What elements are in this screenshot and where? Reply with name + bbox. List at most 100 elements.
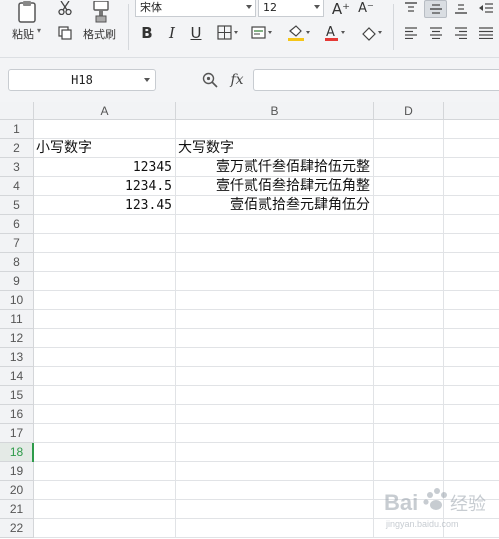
- cell-e2[interactable]: [444, 139, 499, 158]
- cell-a11[interactable]: [34, 310, 176, 329]
- cell-a5[interactable]: 123.45: [34, 196, 176, 215]
- cell-b18[interactable]: [176, 443, 374, 462]
- insert-function-button[interactable]: fx: [226, 70, 248, 90]
- cell-b2[interactable]: 大写数字: [176, 139, 374, 158]
- cell-b4[interactable]: 壹仟贰佰叁拾肆元伍角整: [176, 177, 374, 196]
- cell-e10[interactable]: [444, 291, 499, 310]
- grow-font-button[interactable]: A⁺: [331, 0, 351, 18]
- align-left-button[interactable]: [402, 24, 420, 42]
- shrink-font-button[interactable]: A⁻: [356, 0, 376, 17]
- cell-d18[interactable]: [374, 443, 444, 462]
- cell-b12[interactable]: [176, 329, 374, 348]
- cell-a21[interactable]: [34, 500, 176, 519]
- cell-b20[interactable]: [176, 481, 374, 500]
- cell-b10[interactable]: [176, 291, 374, 310]
- cell-a4[interactable]: 1234.5: [34, 177, 176, 196]
- cell-d3[interactable]: [374, 158, 444, 177]
- formula-input[interactable]: [253, 69, 499, 91]
- align-top-button[interactable]: [402, 0, 420, 16]
- cell-e6[interactable]: [444, 215, 499, 234]
- decrease-indent-button[interactable]: [476, 0, 496, 16]
- cell-b3[interactable]: 壹万贰仟叁佰肆拾伍元整: [176, 158, 374, 177]
- row-header[interactable]: 10: [0, 291, 34, 310]
- cell-a17[interactable]: [34, 424, 176, 443]
- cell-e15[interactable]: [444, 386, 499, 405]
- cell-e5[interactable]: [444, 196, 499, 215]
- cell-a7[interactable]: [34, 234, 176, 253]
- row-header[interactable]: 4: [0, 177, 34, 196]
- cell-a20[interactable]: [34, 481, 176, 500]
- cell-e8[interactable]: [444, 253, 499, 272]
- cell-d4[interactable]: [374, 177, 444, 196]
- cell-a6[interactable]: [34, 215, 176, 234]
- row-header[interactable]: 3: [0, 158, 34, 177]
- row-header[interactable]: 21: [0, 500, 34, 519]
- cell-a13[interactable]: [34, 348, 176, 367]
- row-header[interactable]: 5: [0, 196, 34, 215]
- cell-d17[interactable]: [374, 424, 444, 443]
- row-header[interactable]: 20: [0, 481, 34, 500]
- row-header[interactable]: 2: [0, 139, 34, 158]
- cell-a19[interactable]: [34, 462, 176, 481]
- column-header-e[interactable]: [444, 102, 499, 120]
- cell-b11[interactable]: [176, 310, 374, 329]
- cell-a15[interactable]: [34, 386, 176, 405]
- cell-d1[interactable]: [374, 120, 444, 139]
- align-bottom-button[interactable]: [452, 0, 470, 16]
- cell-e13[interactable]: [444, 348, 499, 367]
- copy-button[interactable]: [56, 24, 74, 42]
- cell-b14[interactable]: [176, 367, 374, 386]
- cell-d8[interactable]: [374, 253, 444, 272]
- row-header[interactable]: 22: [0, 519, 34, 538]
- cut-button[interactable]: [56, 0, 74, 16]
- cell-e17[interactable]: [444, 424, 499, 443]
- cell-e7[interactable]: [444, 234, 499, 253]
- row-header[interactable]: 18: [0, 443, 34, 462]
- cell-d16[interactable]: [374, 405, 444, 424]
- cell-e18[interactable]: [444, 443, 499, 462]
- zoom-formula-button[interactable]: [201, 71, 219, 89]
- cell-a12[interactable]: [34, 329, 176, 348]
- row-header[interactable]: 1: [0, 120, 34, 139]
- row-header[interactable]: 17: [0, 424, 34, 443]
- cell-d10[interactable]: [374, 291, 444, 310]
- cell-d5[interactable]: [374, 196, 444, 215]
- cell-b17[interactable]: [176, 424, 374, 443]
- cell-a9[interactable]: [34, 272, 176, 291]
- cell-e12[interactable]: [444, 329, 499, 348]
- name-box[interactable]: H18: [8, 69, 156, 91]
- cell-a16[interactable]: [34, 405, 176, 424]
- cell-e11[interactable]: [444, 310, 499, 329]
- font-color-button[interactable]: A: [322, 24, 348, 42]
- row-header[interactable]: 19: [0, 462, 34, 481]
- cell-b22[interactable]: [176, 519, 374, 538]
- cell-d2[interactable]: [374, 139, 444, 158]
- paste-dropdown-icon[interactable]: ▾: [37, 26, 41, 35]
- font-size-select[interactable]: 12: [258, 0, 324, 17]
- cell-d12[interactable]: [374, 329, 444, 348]
- font-name-select[interactable]: 宋体: [135, 0, 256, 17]
- cell-a22[interactable]: [34, 519, 176, 538]
- row-header[interactable]: 7: [0, 234, 34, 253]
- bold-button[interactable]: B: [138, 24, 156, 42]
- cell-b16[interactable]: [176, 405, 374, 424]
- cell-a1[interactable]: [34, 120, 176, 139]
- align-center-button[interactable]: [427, 24, 445, 42]
- cell-b7[interactable]: [176, 234, 374, 253]
- italic-button[interactable]: I: [163, 24, 181, 42]
- row-header[interactable]: 16: [0, 405, 34, 424]
- cell-a2[interactable]: 小写数字: [34, 139, 176, 158]
- cell-style-button[interactable]: [249, 24, 275, 42]
- cell-a8[interactable]: [34, 253, 176, 272]
- cell-a14[interactable]: [34, 367, 176, 386]
- cell-d13[interactable]: [374, 348, 444, 367]
- align-middle-button[interactable]: [424, 0, 447, 18]
- row-header[interactable]: 12: [0, 329, 34, 348]
- cell-d7[interactable]: [374, 234, 444, 253]
- underline-button[interactable]: U: [187, 24, 205, 42]
- cell-b15[interactable]: [176, 386, 374, 405]
- row-header[interactable]: 11: [0, 310, 34, 329]
- cell-e19[interactable]: [444, 462, 499, 481]
- row-header[interactable]: 6: [0, 215, 34, 234]
- cell-b5[interactable]: 壹佰贰拾叁元肆角伍分: [176, 196, 374, 215]
